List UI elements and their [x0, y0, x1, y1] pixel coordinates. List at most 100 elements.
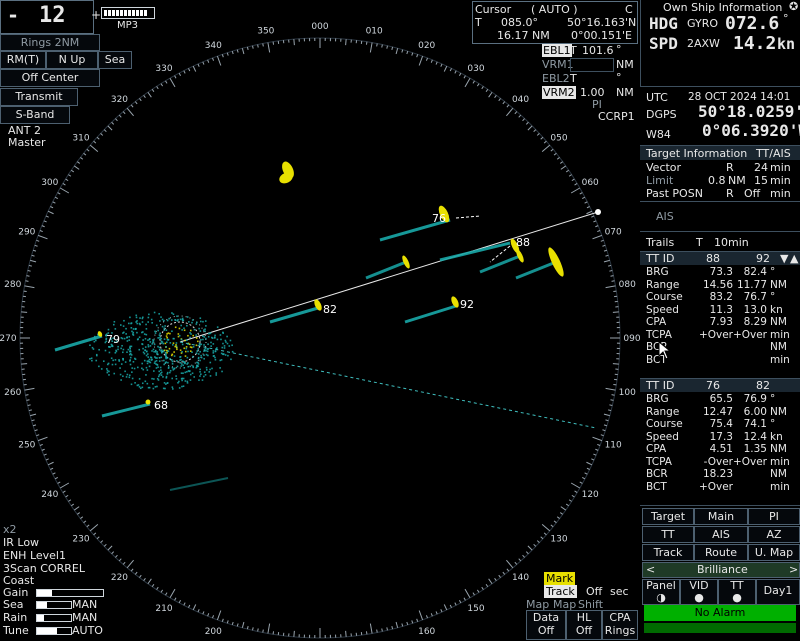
bearing-label: 040 — [512, 95, 529, 105]
menu-target[interactable]: Target — [642, 508, 694, 525]
rain-label: Rain — [3, 611, 27, 624]
tune-mode[interactable]: AUTO — [72, 624, 103, 637]
row-unit: min — [770, 354, 790, 366]
tune-bar[interactable] — [36, 627, 72, 635]
target-label: 92 — [460, 298, 474, 311]
menu-route[interactable]: Route — [694, 544, 748, 561]
bearing-label: 000 — [311, 22, 328, 32]
row-label: CPA — [646, 443, 666, 455]
vector-mode[interactable]: R — [726, 161, 734, 174]
brilliance-bar[interactable]: < Brilliance > — [642, 562, 800, 578]
vid-button[interactable]: VID● — [680, 579, 718, 605]
vrm1-button[interactable]: VRM1 — [542, 58, 574, 71]
next-target-icon[interactable]: ▲ — [790, 252, 798, 265]
table-row: BCR18.23NM — [640, 468, 793, 480]
enh-label[interactable]: ENH Level1 — [3, 549, 66, 562]
bearing-label: 230 — [72, 535, 89, 545]
own-lat: 50°18.0259'N — [698, 102, 800, 121]
row-label: Speed — [646, 431, 679, 443]
range-plus[interactable]: + — [91, 8, 101, 22]
menu-tt[interactable]: TT — [642, 526, 694, 543]
row-label: Range — [646, 279, 679, 291]
tt-id-b[interactable]: 82 — [756, 379, 770, 392]
day-mode-button[interactable]: Day1 — [756, 579, 800, 605]
menu-main[interactable]: Main — [694, 508, 748, 525]
row-value-b: 76.7 — [744, 291, 767, 303]
tt-id-a[interactable]: 76 — [706, 379, 720, 392]
ebl1-button[interactable]: EBL1 — [542, 44, 572, 57]
tune-label: Tune — [3, 624, 29, 637]
target-label: 76 — [432, 212, 446, 225]
bearing-label: 120 — [582, 490, 599, 500]
menu-user-map[interactable]: U. Map — [748, 544, 800, 561]
track-button[interactable]: Track — [544, 585, 577, 598]
cpa-rings-button[interactable]: CPARings — [602, 610, 638, 640]
past-posn-value: Off — [744, 187, 760, 200]
hl-off-button[interactable]: HLOff — [566, 610, 602, 640]
panel-button[interactable]: Panel◑ — [642, 579, 680, 605]
track-sec: sec — [610, 585, 629, 598]
spd-label: SPD — [649, 34, 678, 53]
bearing-label: 100 — [619, 388, 636, 398]
data-off-button[interactable]: DataOff — [526, 610, 566, 640]
bearing-label: 150 — [467, 604, 484, 614]
vrm2-button[interactable]: VRM2 — [542, 86, 576, 99]
range-selector[interactable]: - 12 — [0, 0, 94, 34]
menu-panel: Target Main PI TT AIS AZ Track Route U. … — [640, 505, 800, 641]
row-value-a: 75.4 — [710, 418, 733, 430]
tt-id-a[interactable]: 88 — [706, 252, 720, 265]
transmit-button[interactable]: Transmit — [0, 88, 78, 106]
ais-label[interactable]: AIS — [656, 210, 674, 223]
tt-brill-button[interactable]: TT● — [718, 579, 756, 605]
sea-bar[interactable] — [36, 601, 72, 609]
bearing-label: 260 — [4, 388, 21, 398]
table-row: TCPA+Over+Overmin — [640, 329, 793, 341]
rain-mode[interactable]: MAN — [72, 611, 97, 624]
bearing-label: 020 — [418, 41, 435, 51]
mp3-bar — [101, 7, 155, 19]
alarm-status[interactable]: No Alarm — [644, 605, 796, 621]
row-label: Course — [646, 291, 683, 303]
mark-button[interactable]: Mark — [544, 572, 575, 585]
row-value-b: +Over — [733, 456, 767, 468]
ebl2-button[interactable]: EBL2 — [542, 72, 570, 85]
ir-label[interactable]: IR Low — [3, 536, 39, 549]
sea-mode[interactable]: MAN — [72, 598, 97, 611]
rings-indicator[interactable]: Rings 2NM — [0, 34, 100, 51]
trails-value: 10min — [714, 236, 749, 249]
off-center-button[interactable]: Off Center — [0, 69, 100, 87]
gain-bar[interactable] — [36, 589, 104, 597]
ebl-vrm-panel: EBL1 T 101.6 ° VRM1 NM EBL2 T ° VRM2 1.0… — [540, 43, 636, 123]
prev-target-icon[interactable]: ▼ — [780, 252, 788, 265]
row-value-b: 11.77 — [737, 279, 767, 291]
row-value-b: 12.4 — [744, 431, 767, 443]
cursor-panel: Cursor ( AUTO ) C T 085.0° 50°16.163'N 1… — [472, 1, 638, 44]
tt-id-b[interactable]: 92 — [756, 252, 770, 265]
brilliance-left-icon[interactable]: < — [646, 563, 655, 576]
sea-mode-button[interactable]: Sea — [98, 51, 132, 69]
row-unit: ° — [770, 418, 775, 430]
row-unit: min — [770, 456, 790, 468]
past-posn-mode[interactable]: R — [726, 187, 734, 200]
row-value-b: 74.1 — [744, 418, 767, 430]
range-minus[interactable]: - — [7, 3, 19, 27]
menu-pi[interactable]: PI — [748, 508, 800, 525]
brilliance-right-icon[interactable]: > — [789, 563, 798, 576]
rm-mode-button[interactable]: RM(T) — [0, 51, 46, 69]
north-up-button[interactable]: N Up — [46, 51, 98, 69]
table-row: CPA4.511.35NM — [640, 443, 793, 455]
menu-az[interactable]: AZ — [748, 526, 800, 543]
rain-bar[interactable] — [36, 614, 72, 622]
menu-track[interactable]: Track — [642, 544, 694, 561]
tt-id-header: TT ID — [646, 252, 674, 265]
cursor-mode[interactable]: ( AUTO ) — [531, 3, 578, 16]
ccrp-label: CCRP1 — [598, 110, 635, 123]
row-unit: NM — [770, 316, 787, 328]
spd-unit: kn — [777, 35, 795, 53]
track-off: Off — [586, 585, 602, 598]
cursor-lon: 0°00.151'E — [571, 29, 632, 42]
trails-mode[interactable]: T — [696, 236, 703, 249]
compass-icon[interactable]: ✪ — [789, 0, 798, 13]
table-row: Speed11.313.0kn — [640, 304, 793, 316]
menu-ais[interactable]: AIS — [694, 526, 748, 543]
